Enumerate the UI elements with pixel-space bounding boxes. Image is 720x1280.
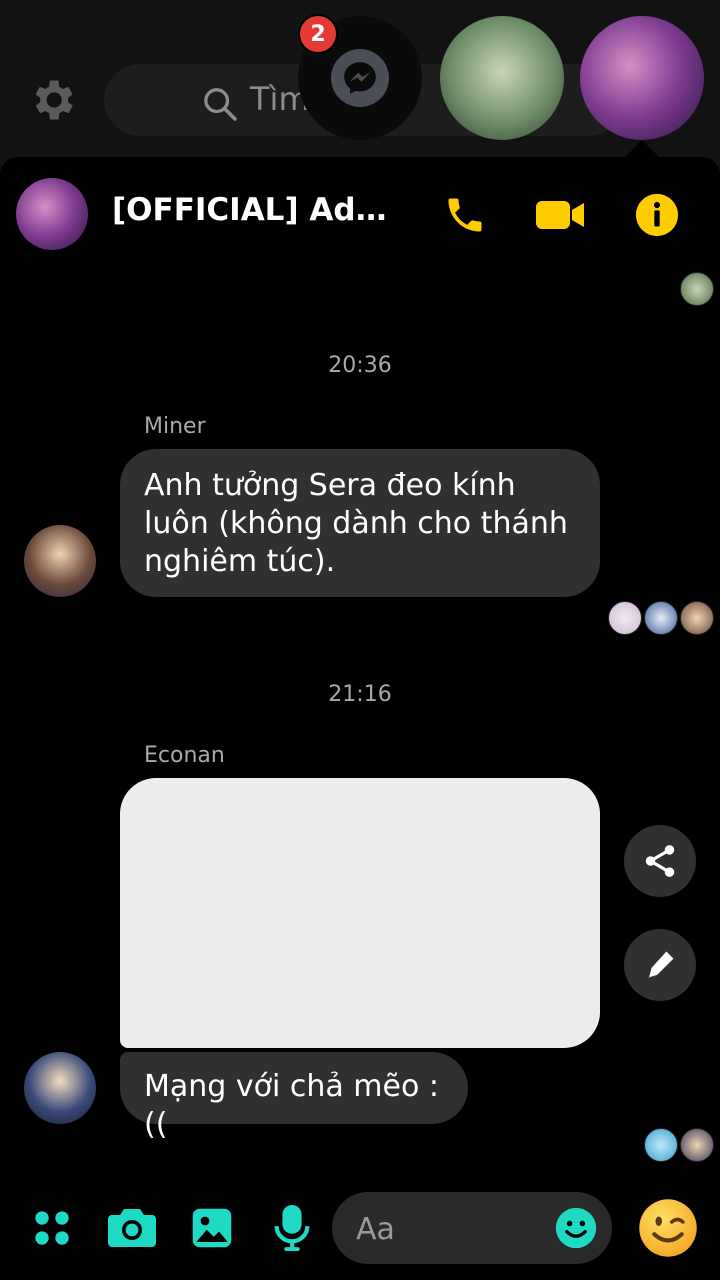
menu-grid-icon	[35, 1211, 69, 1245]
edit-icon	[648, 951, 674, 978]
chat-head-avatar-active[interactable]	[580, 16, 704, 140]
video-icon	[536, 201, 584, 229]
seen-avatar	[644, 601, 678, 635]
message-input-placeholder: Aa	[356, 1212, 395, 1247]
chat-head-avatar[interactable]	[440, 16, 564, 140]
conversation-title[interactable]: [OFFICIAL] Admin...	[112, 192, 402, 228]
edit-button[interactable]	[624, 929, 696, 1001]
sender-name: Miner	[144, 414, 206, 439]
messenger-icon	[344, 62, 376, 94]
sender-avatar[interactable]	[24, 1052, 96, 1124]
sender-avatar[interactable]	[24, 525, 96, 597]
more-actions-button[interactable]	[26, 1202, 78, 1254]
emoji-icon[interactable]	[554, 1206, 598, 1250]
seen-avatar	[680, 1128, 714, 1162]
image-attachment[interactable]	[120, 778, 600, 1048]
share-button[interactable]	[624, 825, 696, 897]
sender-name: Econan	[144, 743, 225, 768]
image-icon	[192, 1208, 232, 1248]
info-icon	[635, 193, 679, 237]
group-avatar[interactable]	[16, 178, 88, 250]
mic-icon	[274, 1205, 310, 1251]
message-bubble[interactable]: Anh tưởng Sera đeo kính luôn (không dành…	[120, 449, 600, 597]
seen-avatar	[680, 272, 714, 306]
seen-avatar	[608, 601, 642, 635]
phone-icon	[448, 198, 482, 232]
unread-badge: 2	[298, 14, 338, 54]
search-icon	[204, 88, 237, 121]
call-button[interactable]	[440, 190, 490, 240]
voice-button[interactable]	[266, 1202, 318, 1254]
active-head-pointer	[624, 140, 660, 158]
seen-avatar	[644, 1128, 678, 1162]
camera-button[interactable]	[106, 1202, 158, 1254]
share-icon	[645, 845, 675, 877]
video-call-button[interactable]	[536, 190, 586, 240]
gear-icon[interactable]	[26, 74, 78, 126]
wink-emoji-icon[interactable]	[638, 1198, 698, 1258]
gallery-button[interactable]	[186, 1202, 238, 1254]
seen-avatar	[680, 601, 714, 635]
timestamp: 21:16	[328, 682, 392, 707]
camera-icon	[108, 1209, 156, 1247]
message-bubble[interactable]: Mạng với chả mẽo :((	[120, 1052, 468, 1142]
timestamp: 20:36	[328, 353, 392, 378]
info-button[interactable]	[632, 190, 682, 240]
